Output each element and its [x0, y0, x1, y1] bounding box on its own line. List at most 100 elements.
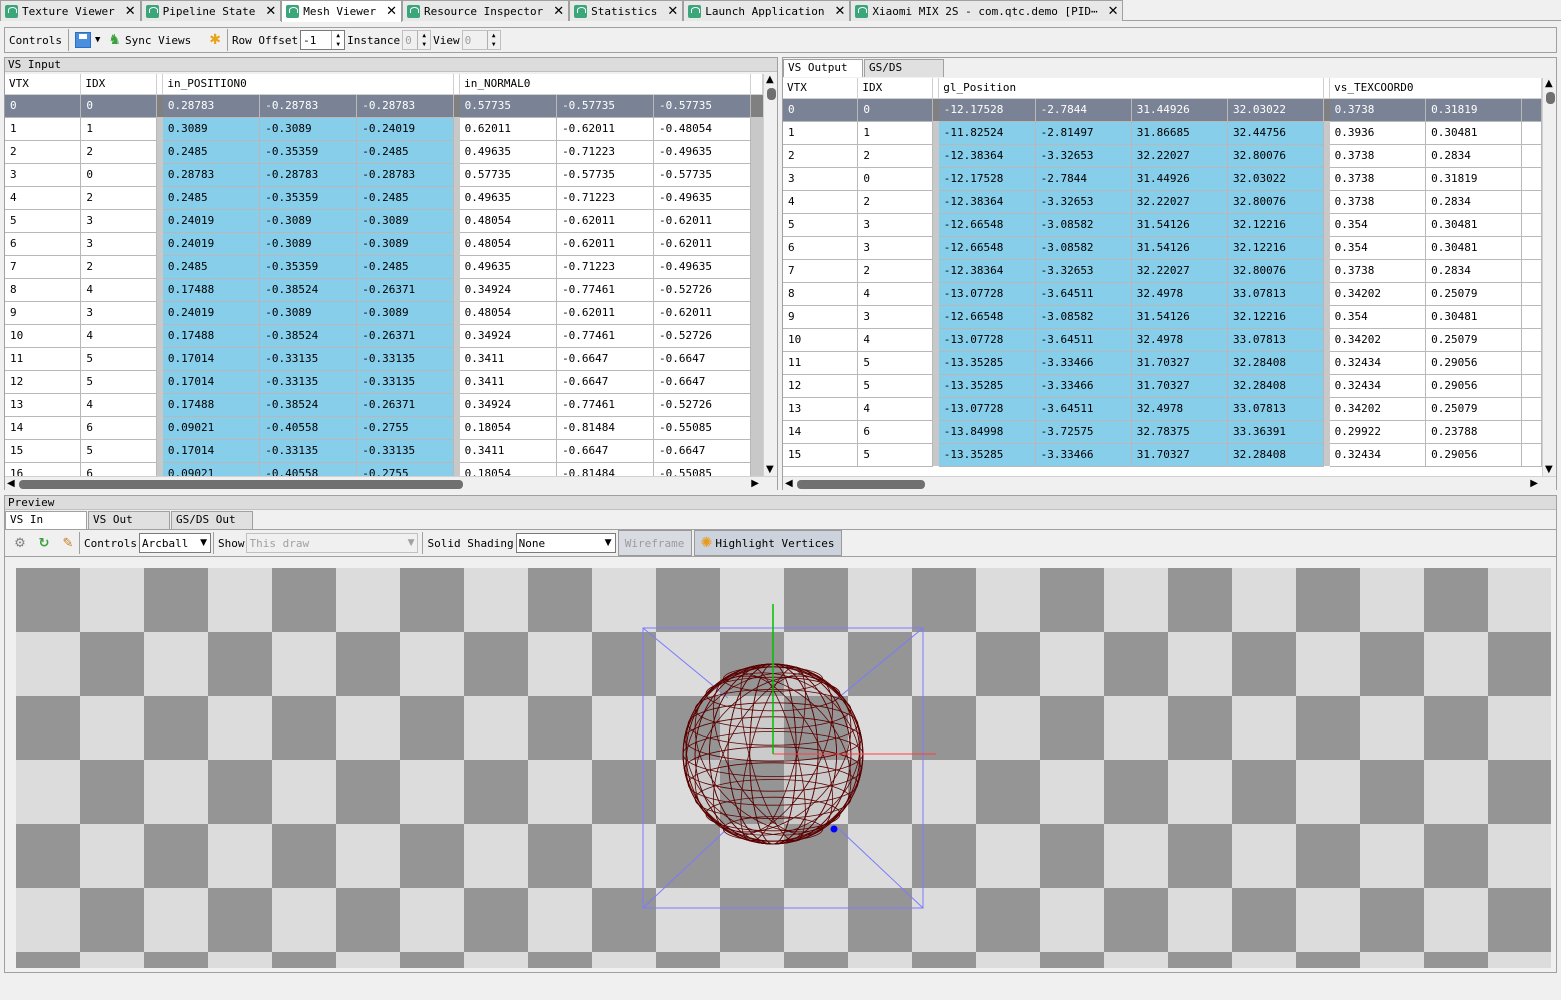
table-cell[interactable]: -0.77461: [556, 324, 654, 348]
table-cell[interactable]: 8: [783, 282, 859, 306]
table-cell[interactable]: 0.18054: [459, 416, 558, 440]
table-cell[interactable]: 3: [857, 213, 934, 237]
table-cell[interactable]: -0.3089: [356, 301, 455, 325]
table-cell[interactable]: 0.49635: [459, 255, 558, 279]
table-cell[interactable]: 2: [80, 186, 158, 210]
document-tab[interactable]: Mesh Viewer ✕: [281, 0, 403, 22]
table-cell[interactable]: -0.2485: [356, 186, 455, 210]
table-cell[interactable]: -0.38524: [259, 393, 358, 417]
table-cell[interactable]: 0.32434: [1329, 443, 1427, 467]
table-row[interactable]: 3 0 0.28783 -0.28783 -0.28783 0.57735 -0.57735…: [5, 163, 763, 187]
close-icon[interactable]: ✕: [386, 5, 397, 18]
table-cell[interactable]: -0.48054: [653, 117, 751, 141]
table-cell[interactable]: 14: [5, 416, 82, 440]
table-row[interactable]: 9 3 -12.66548 -3.08582 31.54126 32.12216 0.354…: [783, 305, 1542, 329]
save-icon[interactable]: [74, 32, 91, 48]
table-cell[interactable]: -2.81497: [1035, 121, 1132, 145]
table-cell[interactable]: -0.62011: [556, 232, 654, 256]
table-cell[interactable]: 32.80076: [1227, 144, 1325, 168]
table-cell[interactable]: -12.38364: [938, 144, 1036, 168]
scroll-thumb[interactable]: [797, 480, 925, 489]
table-cell[interactable]: 0.18054: [459, 462, 558, 476]
table-row[interactable]: 1 1 -11.82524 -2.81497 31.86685 32.44756 0.393…: [783, 121, 1542, 145]
table-row[interactable]: 10 4 0.17488 -0.38524 -0.26371 0.34924 -0.7746…: [5, 324, 763, 348]
table-cell[interactable]: 2: [857, 259, 934, 283]
table-cell[interactable]: -0.28783: [356, 94, 455, 118]
table-cell[interactable]: 0.354: [1329, 305, 1427, 329]
table-row[interactable]: 6 3 0.24019 -0.3089 -0.3089 0.48054 -0.62011 -0…: [5, 232, 763, 256]
table-cell[interactable]: -0.57735: [556, 94, 654, 118]
tab-vs-output[interactable]: VS Output: [783, 59, 863, 77]
table-cell[interactable]: -0.52726: [653, 393, 751, 417]
table-cell[interactable]: 0.17488: [162, 278, 261, 302]
table-cell[interactable]: -2.7844: [1035, 167, 1132, 191]
table-cell[interactable]: 10: [5, 324, 82, 348]
close-icon[interactable]: ✕: [835, 5, 846, 18]
table-cell[interactable]: 0.34924: [459, 278, 558, 302]
table-cell[interactable]: -0.35359: [259, 140, 358, 164]
table-cell[interactable]: 3: [857, 236, 934, 260]
table-cell[interactable]: -0.40558: [259, 462, 358, 476]
table-cell[interactable]: 0.2485: [162, 186, 261, 210]
table-cell[interactable]: -0.55085: [653, 416, 751, 440]
table-cell[interactable]: -0.52726: [653, 278, 751, 302]
table-cell[interactable]: 5: [80, 439, 158, 463]
table-cell[interactable]: -0.6647: [653, 347, 751, 371]
table-cell[interactable]: 0: [857, 98, 934, 122]
table-row[interactable]: 15 5 0.17014 -0.33135 -0.33135 0.3411 -0.6647-…: [5, 439, 763, 463]
table-row[interactable]: 10 4 -13.07728 -3.64511 32.4978 33.07813 0.342…: [783, 328, 1542, 352]
instance-spin-arrows[interactable]: ▲ ▼: [417, 31, 430, 49]
table-cell[interactable]: 0.3738: [1329, 167, 1427, 191]
table-cell[interactable]: -0.38524: [259, 278, 358, 302]
table-cell[interactable]: -0.71223: [556, 255, 654, 279]
table-cell[interactable]: -0.6647: [556, 439, 654, 463]
table-cell[interactable]: 0.28783: [162, 94, 261, 118]
table-cell[interactable]: 11: [5, 347, 82, 371]
scroll-thumb[interactable]: [19, 480, 463, 489]
table-cell[interactable]: -0.49635: [653, 140, 751, 164]
table-row[interactable]: 14 6 0.09021 -0.40558 -0.2755 0.18054 -0.81484…: [5, 416, 763, 440]
mesh-preview-canvas[interactable]: [16, 568, 1551, 968]
table-cell[interactable]: 0.34924: [459, 393, 558, 417]
document-tab[interactable]: Pipeline State ✕: [140, 0, 282, 21]
save-dropdown-arrow-icon[interactable]: ▼: [95, 35, 100, 45]
table-row[interactable]: 4 2 0.2485 -0.35359 -0.2485 0.49635 -0.71223 -0…: [5, 186, 763, 210]
sync-views-button[interactable]: Sync Views: [121, 34, 195, 47]
table-cell[interactable]: -0.3089: [259, 301, 358, 325]
table-cell[interactable]: 32.28408: [1227, 443, 1325, 467]
table-cell[interactable]: 0.34202: [1329, 282, 1427, 306]
table-cell[interactable]: 0.28783: [162, 163, 261, 187]
table-cell[interactable]: -0.62011: [556, 209, 654, 233]
table-cell[interactable]: 5: [80, 347, 158, 371]
table-cell[interactable]: -3.33466: [1035, 443, 1132, 467]
table-cell[interactable]: -0.2485: [356, 255, 455, 279]
table-cell[interactable]: -0.33135: [356, 347, 455, 371]
table-row[interactable]: 6 3 -12.66548 -3.08582 31.54126 32.12216 0.354…: [783, 236, 1542, 260]
table-cell[interactable]: -0.26371: [356, 324, 455, 348]
table-cell[interactable]: 0.48054: [459, 301, 558, 325]
close-icon[interactable]: ✕: [1108, 5, 1119, 18]
table-row[interactable]: 5 3 0.24019 -0.3089 -0.3089 0.48054 -0.62011 -0…: [5, 209, 763, 233]
table-cell[interactable]: 0.23788: [1425, 420, 1523, 444]
vtx-header[interactable]: VTX: [5, 74, 82, 95]
tab-vs-out[interactable]: VS Out: [88, 511, 170, 529]
table-cell[interactable]: 32.22027: [1131, 190, 1228, 214]
table-cell[interactable]: -3.32653: [1035, 144, 1132, 168]
mesh-preview-viewport[interactable]: [16, 568, 1551, 968]
table-cell[interactable]: -0.6647: [653, 370, 751, 394]
in-position0-header[interactable]: in_POSITION0: [162, 74, 455, 95]
table-cell[interactable]: 2: [5, 140, 82, 164]
table-row[interactable]: 4 2 -12.38364 -3.32653 32.22027 32.80076 0.373…: [783, 190, 1542, 214]
table-cell[interactable]: -12.38364: [938, 190, 1036, 214]
table-cell[interactable]: 0.30481: [1425, 121, 1523, 145]
table-cell[interactable]: -0.3089: [259, 117, 358, 141]
table-cell[interactable]: -13.35285: [938, 443, 1036, 467]
solid-shading-select[interactable]: None ▼: [515, 533, 616, 553]
table-cell[interactable]: 0.24019: [162, 232, 261, 256]
instance-input[interactable]: [403, 31, 418, 49]
table-cell[interactable]: 33.07813: [1227, 397, 1325, 421]
table-cell[interactable]: -0.28783: [356, 163, 455, 187]
table-cell[interactable]: 31.54126: [1131, 213, 1228, 237]
table-cell[interactable]: 0.2834: [1425, 259, 1523, 283]
document-tab[interactable]: Resource Inspector ✕: [402, 0, 570, 21]
